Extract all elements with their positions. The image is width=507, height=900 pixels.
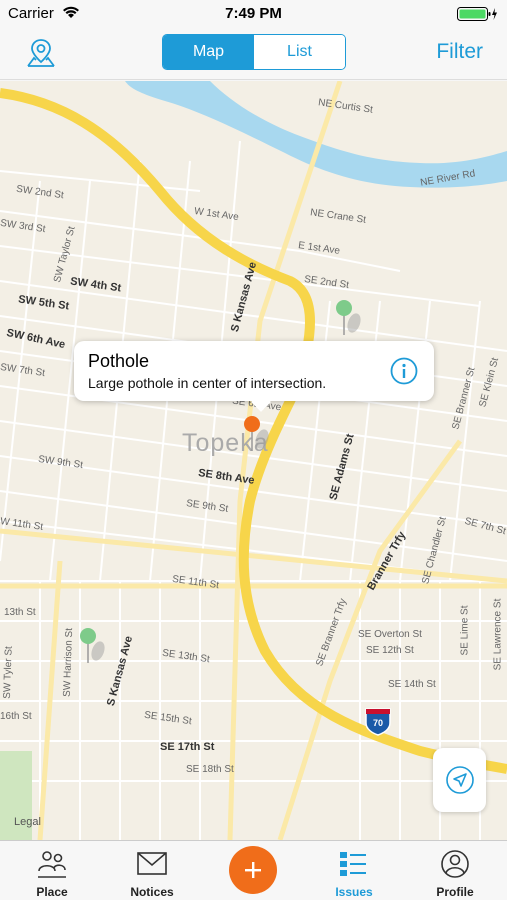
location-arrow-icon: [445, 766, 474, 794]
street-label: 16th St: [0, 711, 32, 722]
clock: 7:49 PM: [225, 5, 282, 22]
view-mode-segmented-control: Map List: [162, 34, 346, 70]
svg-text:70: 70: [373, 718, 383, 728]
add-issue-button[interactable]: [229, 846, 277, 894]
tab-place[interactable]: Place: [12, 841, 92, 900]
street-label: SE 12th St: [366, 645, 414, 656]
people-location-icon: [38, 851, 66, 878]
issue-pin-green[interactable]: [336, 299, 366, 339]
info-icon[interactable]: [390, 357, 418, 385]
locate-me-button[interactable]: [433, 748, 486, 812]
map-view[interactable]: 70 NE Curtis St NE River Rd SW 2nd St SW…: [0, 81, 507, 840]
battery-icon: [457, 7, 497, 21]
street-label: SE 17th St: [160, 741, 215, 753]
issue-callout[interactable]: Pothole Large pothole in center of inter…: [74, 341, 434, 412]
tab-profile-label: Profile: [436, 885, 474, 899]
street-label: SE Overton St: [358, 629, 422, 640]
tab-bar: Place Notices Issues Profile: [0, 840, 507, 900]
tab-profile[interactable]: Profile: [415, 841, 495, 900]
list-segment[interactable]: List: [254, 35, 345, 69]
tab-issues-label: Issues: [335, 885, 373, 899]
map-segment[interactable]: Map: [163, 35, 254, 69]
street-label: SE 14th St: [388, 679, 436, 690]
plus-icon: [245, 862, 261, 878]
list-icon: [340, 852, 366, 876]
interstate-shield: 70: [365, 708, 391, 736]
status-bar: Carrier 7:49 PM: [0, 0, 507, 28]
filter-button[interactable]: Filter: [436, 40, 483, 64]
tab-notices[interactable]: Notices: [112, 841, 192, 900]
street-label: SE Lawrence St: [492, 598, 504, 671]
street-label: SW Tyler St: [1, 646, 15, 699]
street-label: 13th St: [4, 607, 36, 618]
callout-title: Pothole: [88, 351, 150, 371]
tab-issues[interactable]: Issues: [314, 841, 394, 900]
issue-pin-green[interactable]: [80, 627, 110, 667]
issue-pin-orange[interactable]: [244, 415, 274, 455]
location-pin-icon[interactable]: [24, 36, 58, 72]
street-label: SE Lime St: [459, 605, 471, 656]
person-circle-icon: [441, 850, 469, 878]
nav-bar: Map List Filter: [0, 28, 507, 80]
tab-notices-label: Notices: [130, 885, 174, 899]
envelope-icon: [137, 852, 167, 875]
callout-description: Large pothole in center of intersection.: [88, 375, 327, 391]
street-label: SE 18th St: [186, 764, 234, 775]
legal-link[interactable]: Legal: [14, 816, 41, 828]
tab-place-label: Place: [36, 885, 68, 899]
